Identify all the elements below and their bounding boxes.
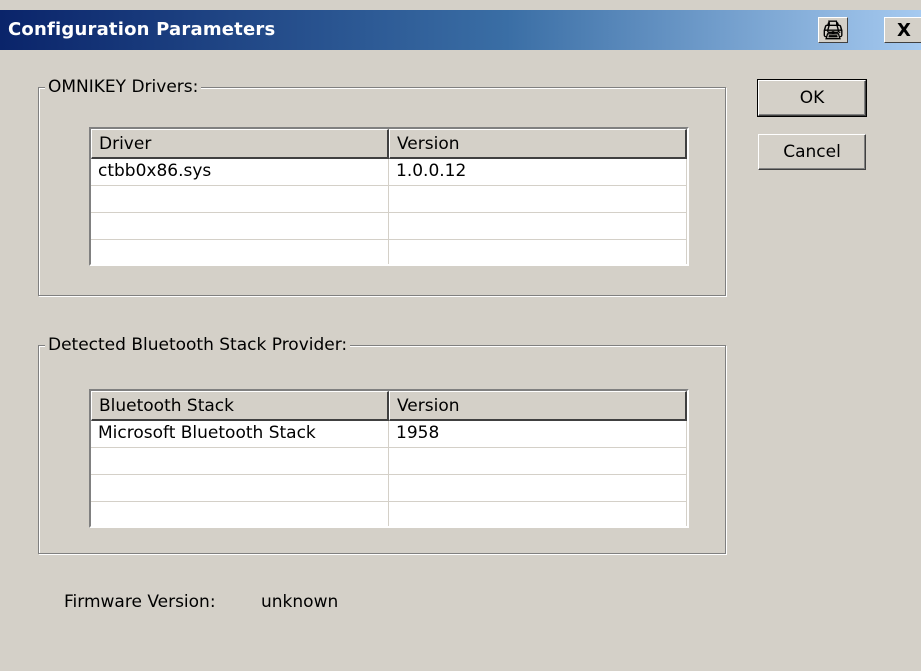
driver-cell — [91, 240, 389, 264]
version-cell — [389, 240, 687, 264]
drivers-list-header: Driver Version — [91, 129, 687, 159]
ok-button[interactable]: OK — [757, 79, 867, 117]
table-row — [91, 240, 687, 264]
column-header-driver[interactable]: Driver — [91, 129, 389, 159]
print-icon[interactable]: 🖨 — [818, 17, 848, 43]
version-cell: 1.0.0.12 — [389, 159, 687, 185]
driver-cell — [91, 213, 389, 239]
firmware-version-label: Firmware Version: — [64, 592, 216, 612]
stack-cell — [91, 475, 389, 501]
window-title: Configuration Parameters — [8, 19, 276, 40]
version-cell: 1958 — [389, 421, 687, 447]
stack-cell — [91, 448, 389, 474]
version-cell — [389, 475, 687, 501]
table-row — [91, 186, 687, 213]
drivers-group-legend: OMNIKEY Drivers: — [45, 77, 202, 97]
column-header-version[interactable]: Version — [389, 391, 687, 421]
firmware-version-value: unknown — [261, 592, 339, 612]
cancel-button[interactable]: Cancel — [758, 134, 866, 170]
table-row — [91, 448, 687, 475]
column-header-bluetooth-stack[interactable]: Bluetooth Stack — [91, 391, 389, 421]
table-row — [91, 213, 687, 240]
table-row[interactable]: ctbb0x86.sys 1.0.0.12 — [91, 159, 687, 186]
driver-cell — [91, 186, 389, 212]
version-cell — [389, 448, 687, 474]
close-icon[interactable]: X — [884, 17, 921, 43]
table-row — [91, 502, 687, 526]
stack-cell: Microsoft Bluetooth Stack — [91, 421, 389, 447]
column-header-version[interactable]: Version — [389, 129, 687, 159]
version-cell — [389, 186, 687, 212]
drivers-list[interactable]: Driver Version ctbb0x86.sys 1.0.0.12 — [89, 127, 689, 266]
drivers-group: OMNIKEY Drivers: Driver Version ctbb0x86… — [38, 77, 726, 296]
bluetooth-group-legend: Detected Bluetooth Stack Provider: — [45, 335, 351, 355]
title-bar: Configuration Parameters 🖨 X — [0, 10, 921, 50]
version-cell — [389, 502, 687, 526]
table-row[interactable]: Microsoft Bluetooth Stack 1958 — [91, 421, 687, 448]
bluetooth-group: Detected Bluetooth Stack Provider: Bluet… — [38, 335, 726, 554]
driver-cell: ctbb0x86.sys — [91, 159, 389, 185]
version-cell — [389, 213, 687, 239]
bluetooth-list-header: Bluetooth Stack Version — [91, 391, 687, 421]
bluetooth-list[interactable]: Bluetooth Stack Version Microsoft Blueto… — [89, 389, 689, 528]
stack-cell — [91, 502, 389, 526]
table-row — [91, 475, 687, 502]
